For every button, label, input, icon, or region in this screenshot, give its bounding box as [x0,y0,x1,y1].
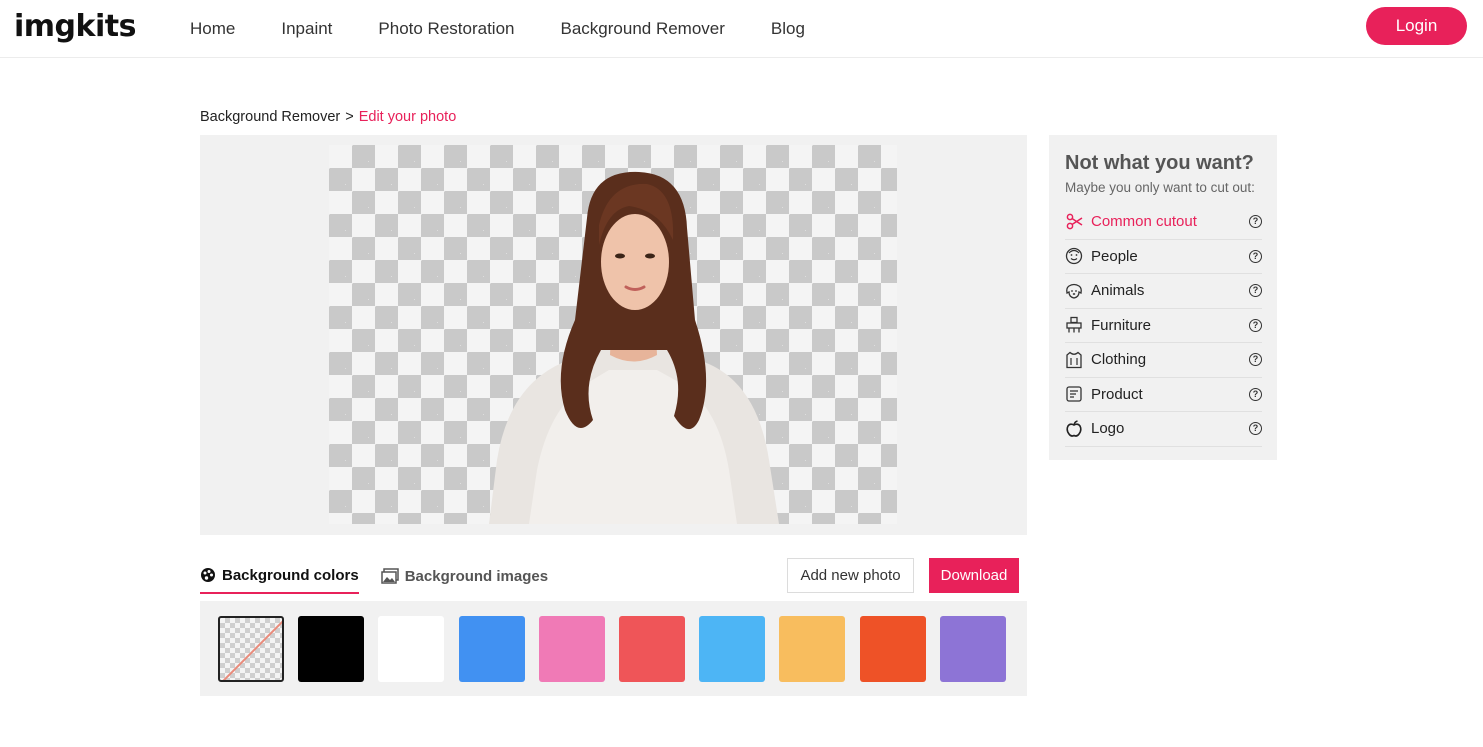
option-label: Animals [1091,282,1145,300]
logo[interactable]: imgkits [14,8,136,46]
color-swatch[interactable] [298,616,365,682]
option-people[interactable]: People ? [1065,240,1262,274]
option-common-cutout[interactable]: Common cutout ? [1065,205,1262,240]
breadcrumb-parent[interactable]: Background Remover [200,109,340,125]
panel-title: Not what you want? [1065,152,1254,174]
help-icon[interactable]: ? [1249,215,1262,229]
tab-background-images[interactable]: Background images [380,560,549,592]
scissors-icon [1065,213,1083,231]
header: imgkits Home Inpaint Photo Restoration B… [0,0,1483,58]
help-icon[interactable]: ? [1249,387,1262,401]
tab-background-images-label: Background images [404,567,549,585]
login-button[interactable]: Login [1366,7,1467,45]
option-label: People [1091,247,1138,265]
color-swatch[interactable] [699,616,766,682]
help-icon[interactable]: ? [1249,353,1262,367]
clothing-icon [1065,351,1083,369]
nav-background-remover[interactable]: Background Remover [561,19,725,39]
option-label: Clothing [1091,351,1147,369]
nav-home[interactable]: Home [190,19,235,39]
nav-inpaint[interactable]: Inpaint [281,19,332,39]
breadcrumb: Background Remover > Edit your photo [200,109,456,125]
nav-photo-restoration[interactable]: Photo Restoration [378,19,514,39]
product-icon [1065,385,1083,403]
option-logo[interactable]: Logo ? [1065,412,1262,447]
furniture-icon [1065,316,1083,334]
images-icon [380,568,399,584]
background-tabs: Background colors Background images [200,560,570,594]
breadcrumb-current: Edit your photo [358,109,457,125]
cutout-person-image [489,171,779,524]
help-icon[interactable]: ? [1249,422,1262,436]
option-animals[interactable]: Animals ? [1065,274,1262,309]
nav-blog[interactable]: Blog [771,19,805,39]
option-label: Furniture [1091,316,1152,334]
download-button[interactable]: Download [929,558,1019,593]
tab-background-colors[interactable]: Background colors [200,560,359,594]
help-icon[interactable]: ? [1249,284,1262,298]
breadcrumb-separator: > [345,109,354,125]
tab-background-colors-label: Background colors [222,566,359,584]
swatch-transparent[interactable] [218,616,284,682]
color-swatch[interactable] [619,616,685,682]
apple-icon [1065,420,1083,438]
help-icon[interactable]: ? [1249,318,1262,332]
image-canvas[interactable] [329,145,897,524]
dog-icon [1065,282,1083,300]
option-clothing[interactable]: Clothing ? [1065,343,1262,378]
option-label: Product [1091,385,1143,403]
color-swatch[interactable] [538,616,605,682]
editor-preview [200,135,1027,535]
face-icon [1065,247,1083,265]
color-swatch[interactable] [378,616,445,682]
color-swatch[interactable] [939,616,1006,682]
color-swatch[interactable] [458,616,525,682]
color-swatch[interactable] [779,616,846,682]
option-label: Common cutout [1091,213,1197,231]
cutout-type-panel: Not what you want? Maybe you only want t… [1049,135,1277,460]
color-swatches [200,601,1027,696]
color-swatch[interactable] [859,616,926,682]
option-furniture[interactable]: Furniture ? [1065,309,1262,343]
option-product[interactable]: Product ? [1065,378,1262,412]
cutout-options: Common cutout ? People ? Animals ? Furni… [1065,205,1262,447]
help-icon[interactable]: ? [1249,249,1262,263]
main-nav: Home Inpaint Photo Restoration Backgroun… [190,0,851,58]
option-label: Logo [1091,420,1125,438]
panel-subtitle: Maybe you only want to cut out: [1065,180,1255,195]
add-new-photo-button[interactable]: Add new photo [787,558,914,593]
palette-icon [201,568,215,582]
